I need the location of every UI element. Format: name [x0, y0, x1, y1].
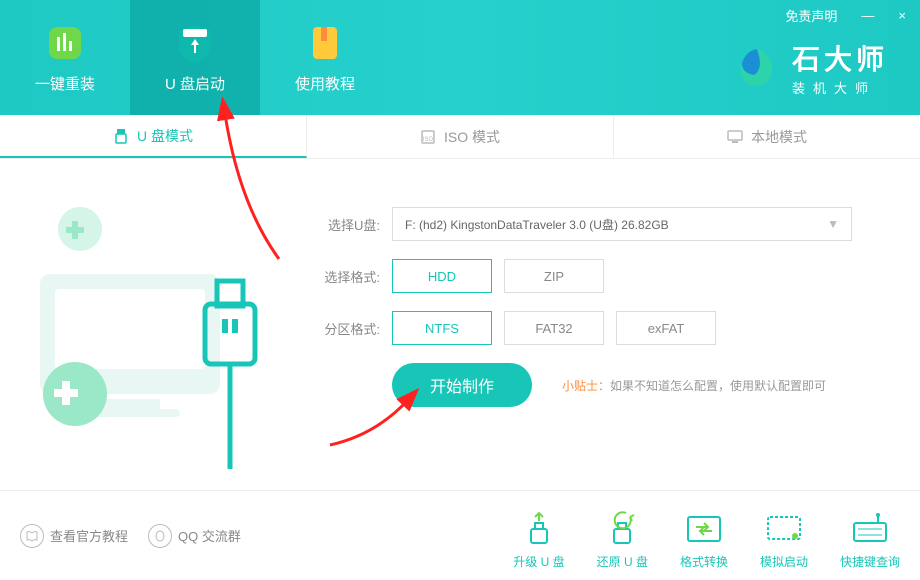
disk-value: F: (hd2) KingstonDataTraveler 3.0 (U盘) 2…: [405, 216, 669, 233]
mode-tab-label: ISO 模式: [444, 127, 500, 147]
close-button[interactable]: ×: [892, 6, 912, 25]
qq-label: QQ 交流群: [178, 526, 241, 545]
format-option-zip[interactable]: ZIP: [504, 259, 604, 293]
tool-label: 快捷键查询: [840, 553, 900, 570]
format-option-hdd[interactable]: HDD: [392, 259, 492, 293]
tool-label: 模拟启动: [760, 553, 808, 570]
chevron-down-icon: ▼: [827, 217, 839, 231]
mode-tabs: U 盘模式 ISO ISO 模式 本地模式: [0, 115, 920, 159]
tool-label: 格式转换: [680, 553, 728, 570]
disclaimer-link[interactable]: 免责声明: [779, 4, 843, 27]
keyboard-icon: [848, 511, 892, 547]
format-label: 选择格式:: [310, 267, 380, 286]
tool-hotkey-query[interactable]: 快捷键查询: [840, 511, 900, 570]
reinstall-icon: [43, 21, 87, 65]
disk-label: 选择U盘:: [310, 215, 380, 234]
nav-tab-label: 一键重装: [35, 73, 95, 94]
nav-tab-reinstall[interactable]: 一键重装: [0, 0, 130, 115]
tutorial-link[interactable]: 查看官方教程: [20, 524, 128, 548]
disk-select[interactable]: F: (hd2) KingstonDataTraveler 3.0 (U盘) 2…: [392, 207, 852, 241]
tool-restore-usb[interactable]: 还原 U 盘: [597, 511, 648, 570]
book-open-icon: [20, 524, 44, 548]
usb-icon: [113, 128, 129, 144]
usb-shield-icon: [173, 21, 217, 65]
form: 选择U盘: F: (hd2) KingstonDataTraveler 3.0 …: [310, 207, 852, 407]
logo-subtitle: 装机大师: [792, 78, 888, 97]
partition-option-exfat[interactable]: exFAT: [616, 311, 716, 345]
partition-label: 分区格式:: [310, 319, 380, 338]
mode-tab-label: U 盘模式: [137, 126, 193, 146]
restore-usb-icon: [600, 511, 644, 547]
usb-illustration: [20, 189, 280, 469]
logo: 石大师 装机大师: [734, 38, 888, 97]
nav-tab-label: U 盘启动: [165, 73, 225, 94]
logo-title: 石大师: [792, 38, 888, 78]
iso-icon: ISO: [420, 129, 436, 145]
tool-label: 还原 U 盘: [597, 553, 648, 570]
upgrade-usb-icon: [517, 511, 561, 547]
nav-tab-usb-boot[interactable]: U 盘启动: [130, 0, 260, 115]
tutorial-label: 查看官方教程: [50, 526, 128, 545]
titlebar: 免责声明 — ×: [779, 4, 912, 27]
logo-icon: [734, 45, 780, 91]
partition-option-fat32[interactable]: FAT32: [504, 311, 604, 345]
partition-option-ntfs[interactable]: NTFS: [392, 311, 492, 345]
tool-upgrade-usb[interactable]: 升级 U 盘: [513, 511, 564, 570]
simulate-boot-icon: [762, 511, 806, 547]
svg-text:ISO: ISO: [423, 137, 434, 143]
mode-tab-iso[interactable]: ISO ISO 模式: [307, 115, 614, 158]
tool-buttons: 升级 U 盘 还原 U 盘 格式转换 模拟启动 快捷键查询: [513, 511, 900, 570]
tool-label: 升级 U 盘: [513, 553, 564, 570]
mode-tab-usb[interactable]: U 盘模式: [0, 115, 307, 158]
mode-tab-label: 本地模式: [751, 127, 807, 147]
nav-tab-tutorial[interactable]: 使用教程: [260, 0, 390, 115]
tip-label: 小贴士：: [562, 379, 610, 393]
tool-format-convert[interactable]: 格式转换: [680, 511, 728, 570]
nav-tab-label: 使用教程: [295, 73, 355, 94]
tool-simulate-boot[interactable]: 模拟启动: [760, 511, 808, 570]
start-button[interactable]: 开始制作: [392, 363, 532, 407]
main-area: 选择U盘: F: (hd2) KingstonDataTraveler 3.0 …: [0, 159, 920, 479]
tip: 小贴士：如果不知道怎么配置，使用默认配置即可: [562, 377, 826, 394]
book-icon: [303, 21, 347, 65]
tip-text: 如果不知道怎么配置，使用默认配置即可: [610, 379, 826, 393]
monitor-icon: [727, 129, 743, 145]
qq-link[interactable]: QQ 交流群: [148, 524, 241, 548]
nav-tabs: 一键重装 U 盘启动 使用教程: [0, 0, 390, 115]
format-convert-icon: [682, 511, 726, 547]
minimize-button[interactable]: —: [855, 6, 880, 25]
mode-tab-local[interactable]: 本地模式: [614, 115, 920, 158]
qq-icon: [148, 524, 172, 548]
bottom-bar: 查看官方教程 QQ 交流群 升级 U 盘 还原 U 盘 格式转换 模拟启动 快捷…: [0, 490, 920, 580]
